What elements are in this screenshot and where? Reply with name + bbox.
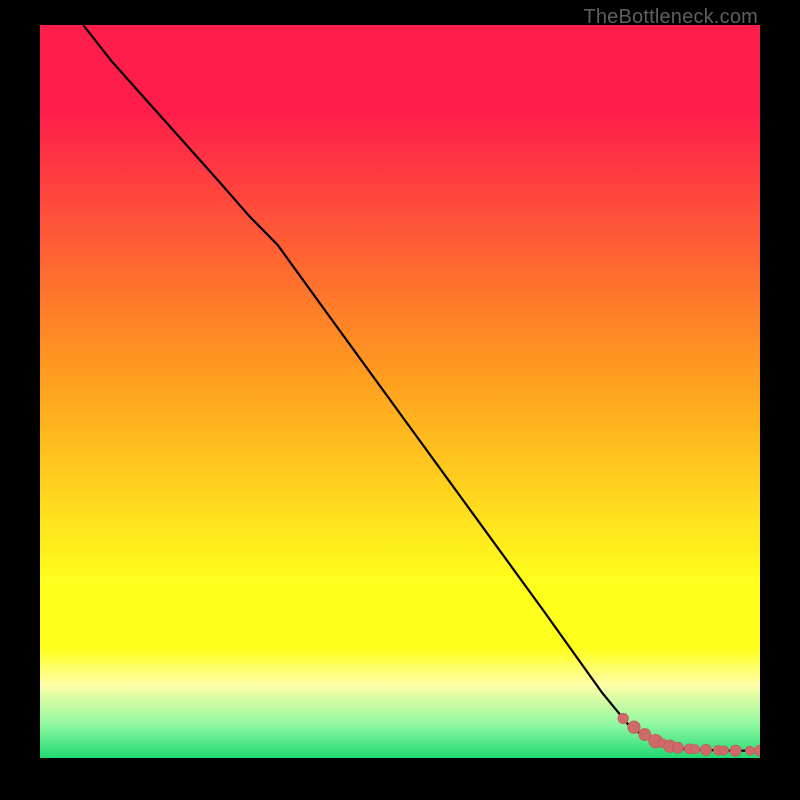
chart-frame bbox=[40, 25, 760, 758]
chart-background-gradient bbox=[40, 25, 760, 758]
